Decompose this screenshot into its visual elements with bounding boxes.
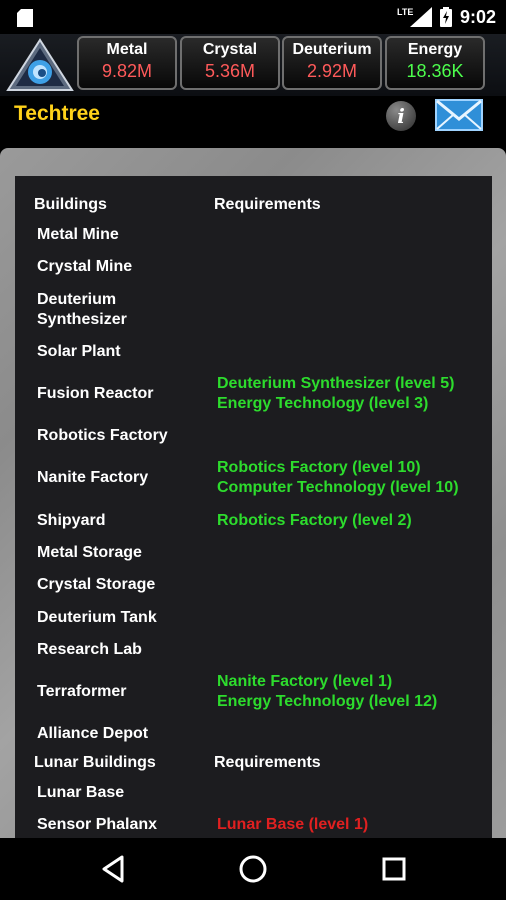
building-name: Crystal Mine — [37, 258, 133, 275]
techtree-list[interactable]: Buildings Requirements Metal Mine Crysta… — [15, 176, 492, 838]
building-name: Deuterium Tank — [37, 609, 157, 626]
building-name: Shipyard — [37, 512, 106, 529]
status-bar: LTE 9:02 — [0, 0, 506, 34]
building-name: Robotics Factory — [37, 427, 168, 444]
resource-metal[interactable]: Metal 9.82M — [77, 36, 177, 90]
resource-name: Crystal — [202, 41, 258, 58]
requirement-list: Nanite Factory (level 1) Energy Technolo… — [217, 673, 438, 710]
home-icon[interactable] — [236, 852, 270, 886]
recents-icon[interactable] — [377, 852, 411, 886]
building-name: Sensor Phalanx — [37, 816, 158, 833]
requirement-list: Robotics Factory (level 2) — [217, 512, 412, 529]
resource-crystal[interactable]: Crystal 5.36M — [180, 36, 280, 90]
resource-name: Metal — [106, 41, 148, 58]
resource-deuterium[interactable]: Deuterium 2.92M — [282, 36, 382, 90]
requirement-list: Lunar Base (level 1) — [217, 816, 369, 833]
building-name: Nanite Factory — [37, 469, 149, 486]
resource-value: 9.82M — [101, 61, 153, 81]
section-header-buildings: Buildings — [34, 196, 107, 213]
resource-value: 5.36M — [204, 61, 256, 81]
back-icon[interactable] — [96, 852, 130, 886]
mail-icon[interactable] — [435, 97, 483, 133]
building-name: Research Lab — [37, 641, 142, 658]
clock: 9:02 — [459, 6, 496, 27]
requirement-list: Robotics Factory (level 10) Computer Tec… — [217, 459, 459, 496]
navigation-bar — [0, 838, 506, 900]
building-name: Metal Mine — [37, 226, 119, 243]
game-logo-icon[interactable] — [6, 38, 74, 92]
title-bar: Techtree — [0, 96, 506, 144]
resource-value: 18.36K — [406, 61, 464, 81]
building-name: Metal Storage — [37, 544, 142, 561]
resource-value: 2.92M — [306, 61, 358, 81]
info-icon[interactable]: i — [386, 101, 416, 131]
resource-energy[interactable]: Energy 18.36K — [385, 36, 485, 90]
battery-charging-icon — [439, 7, 452, 27]
sd-card-icon — [17, 9, 33, 27]
signal-icon — [409, 7, 432, 27]
requirements-header: Requirements — [214, 196, 321, 213]
section-header-lunar-buildings: Lunar Buildings — [34, 754, 156, 771]
page-title: Techtree — [14, 102, 100, 125]
building-name: Fusion Reactor — [37, 385, 154, 402]
requirements-header: Requirements — [214, 754, 321, 771]
building-name: Crystal Storage — [37, 576, 156, 593]
building-name: Terraformer — [37, 683, 127, 700]
building-name: Solar Plant — [37, 343, 121, 360]
building-name: Deuterium Synthesizer — [37, 291, 127, 328]
building-name: Alliance Depot — [37, 725, 149, 742]
resource-name: Energy — [407, 41, 463, 58]
resource-header: Metal 9.82M Crystal 5.36M Deuterium 2.92… — [0, 34, 506, 96]
requirement-list: Deuterium Synthesizer (level 5) Energy T… — [217, 375, 455, 412]
resource-name: Deuterium — [292, 41, 372, 58]
building-name: Lunar Base — [37, 784, 125, 801]
